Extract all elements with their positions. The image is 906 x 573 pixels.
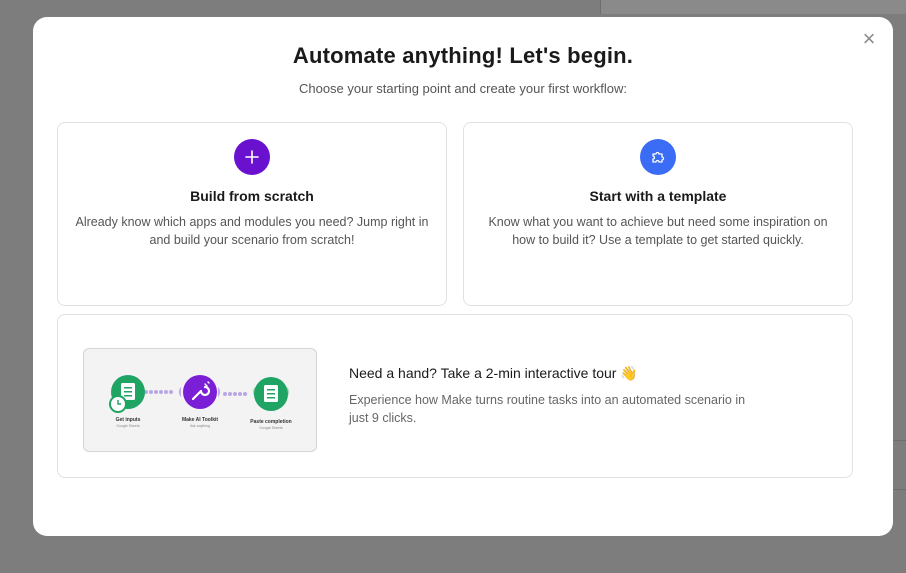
node-label: Get inputs bbox=[116, 417, 141, 423]
node-label: Make AI Toolkit bbox=[182, 417, 218, 423]
start-with-template-card[interactable]: Start with a template Know what you want… bbox=[463, 122, 853, 306]
onboarding-modal: × Automate anything! Let's begin. Choose… bbox=[33, 17, 893, 536]
node-sublabel: Google Sheets bbox=[259, 426, 282, 430]
background-row bbox=[892, 440, 906, 490]
card-description: Already know which apps and modules you … bbox=[75, 215, 429, 247]
puzzle-icon bbox=[640, 139, 676, 175]
plus-icon bbox=[234, 139, 270, 175]
node-label: Paste completion bbox=[250, 419, 291, 425]
node-sublabel: Ask anything bbox=[190, 424, 210, 428]
build-from-scratch-card[interactable]: Build from scratch Already know which ap… bbox=[57, 122, 447, 306]
tour-preview-image: Get inputs Google Sheets Make AI Toolkit… bbox=[83, 348, 317, 452]
card-title: Build from scratch bbox=[190, 188, 314, 204]
wrench-icon bbox=[183, 375, 217, 409]
sheets-icon bbox=[109, 375, 145, 413]
card-description: Know what you want to achieve but need s… bbox=[488, 215, 828, 247]
interactive-tour-card[interactable]: Get inputs Google Sheets Make AI Toolkit… bbox=[57, 314, 853, 478]
modal-subtitle: Choose your starting point and create yo… bbox=[298, 81, 628, 96]
sheets-icon bbox=[254, 377, 288, 411]
tour-description: Experience how Make turns routine tasks … bbox=[349, 393, 746, 425]
modal-title: Automate anything! Let's begin. bbox=[292, 43, 634, 68]
node-sublabel: Google Sheets bbox=[116, 424, 139, 428]
background-panel bbox=[600, 0, 906, 14]
tour-title: Need a hand? Take a 2-min interactive to… bbox=[349, 365, 638, 381]
card-title: Start with a template bbox=[589, 188, 727, 204]
